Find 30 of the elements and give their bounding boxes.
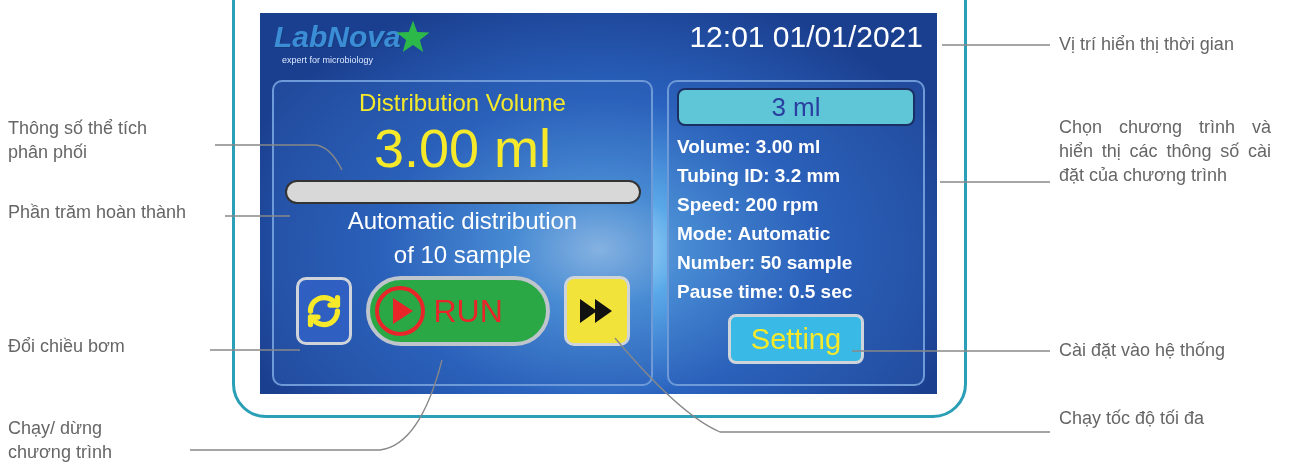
annotation-text: Thông số thể tích phân phối xyxy=(8,117,149,164)
parameter-text: Tubing ID: 3.2 mm xyxy=(677,164,842,188)
status-text: Automatic distribution xyxy=(347,206,578,236)
play-icon xyxy=(373,285,426,337)
volume-value: 3.00 ml xyxy=(373,118,552,178)
setting-button[interactable]: Setting xyxy=(728,314,864,364)
fast-forward-button[interactable] xyxy=(563,276,630,346)
panel-title: Distribution Volume xyxy=(359,88,566,118)
fast-forward-icon xyxy=(579,299,614,323)
parameter-text: Number: 50 sample xyxy=(677,251,854,275)
clock: 12:01 01/01/2021 xyxy=(689,19,923,55)
reverse-button[interactable] xyxy=(295,277,352,345)
annotation-text: Phần trăm hoàn thành xyxy=(8,201,188,224)
status-text: of 10 sample xyxy=(393,240,532,270)
annotation-text: Cài đặt vào hệ thống xyxy=(1059,339,1227,362)
refresh-icon xyxy=(305,293,342,329)
program-selector[interactable]: 3 ml xyxy=(677,88,915,126)
annotation-text: Chạy/ dừng chương trình xyxy=(8,417,113,464)
logo-tagline: expert for microbiology xyxy=(281,55,375,66)
annotation-text: Vị trí hiển thị thời gian xyxy=(1059,33,1235,56)
parameter-text: Mode: Automatic xyxy=(677,222,832,246)
parameter-text: Volume: 3.00 ml xyxy=(677,135,822,159)
run-button[interactable]: RUN xyxy=(365,276,550,346)
leader-line xyxy=(224,215,291,217)
parameter-text: Pause time: 0.5 sec xyxy=(677,280,854,304)
annotation-text: Đổi chiều bơm xyxy=(8,335,126,358)
parameter-text: Speed: 200 rpm xyxy=(677,193,820,217)
logo-wordmark: LabNova xyxy=(274,20,401,54)
annotation-text: Chạy tốc độ tối đa xyxy=(1059,407,1206,430)
annotation-text: Chọn chương trình và hiển thị các thông số cài đặt của chương trình xyxy=(1059,116,1271,187)
